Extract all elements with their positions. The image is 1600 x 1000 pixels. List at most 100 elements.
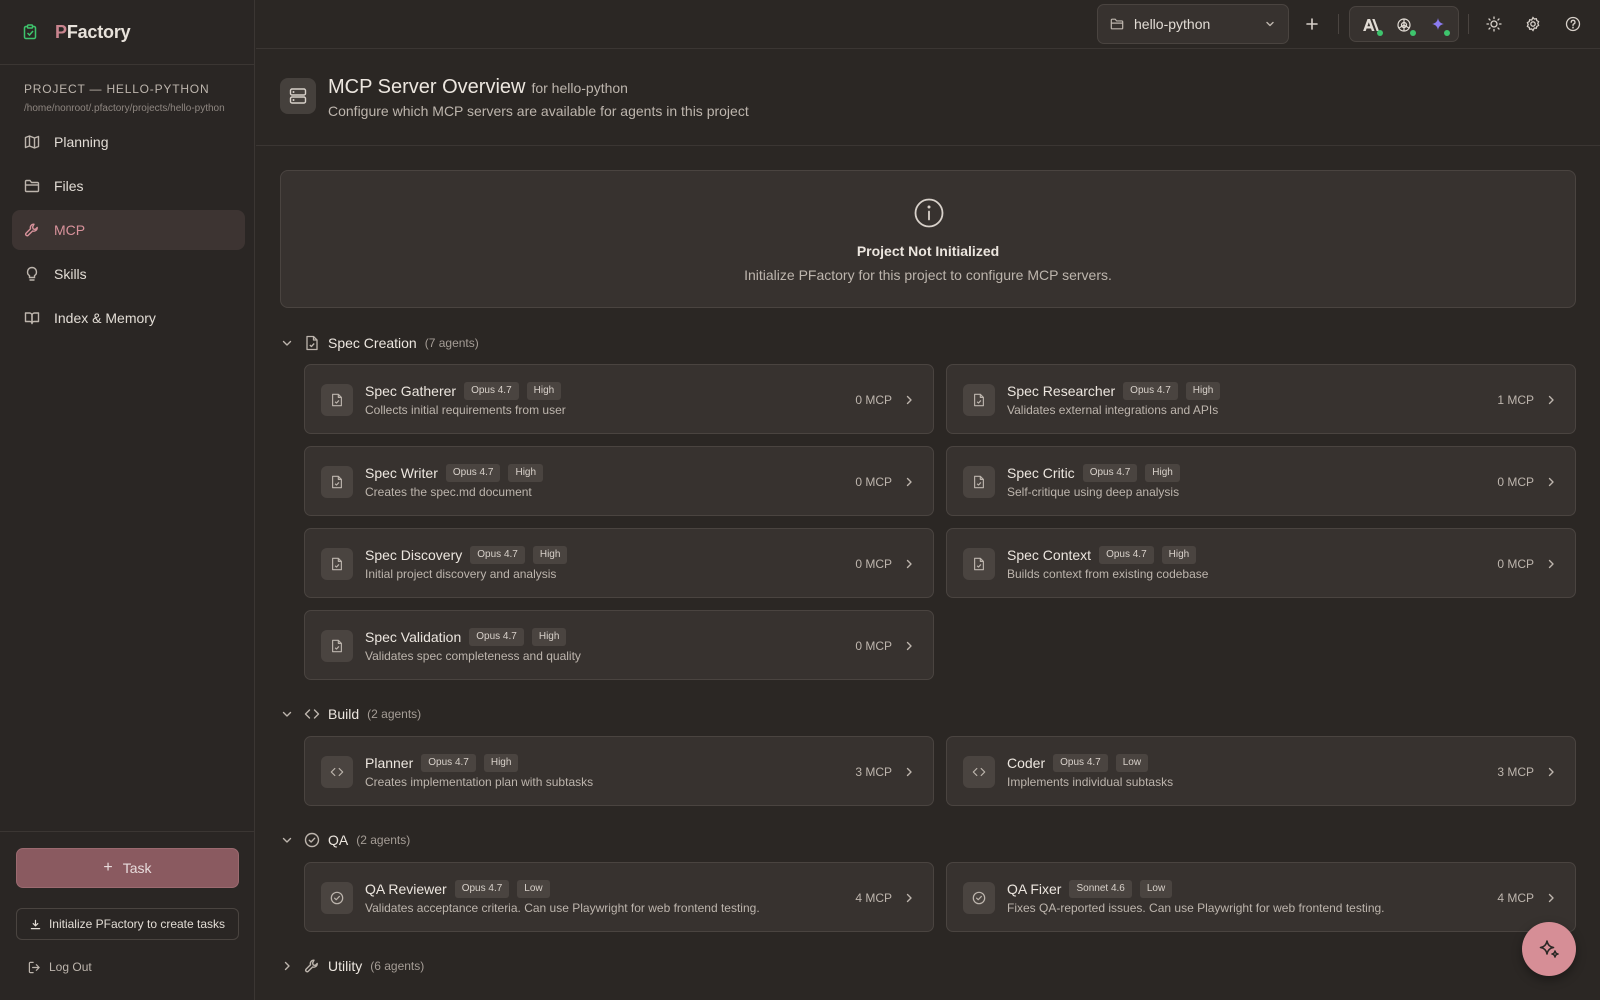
sidebar-item-mcp[interactable]: MCP — [12, 210, 245, 250]
code-icon — [963, 756, 995, 788]
project-path: /home/nonroot/.pfactory/projects/hello-p… — [24, 103, 225, 114]
model-badge: Opus 4.7 — [421, 754, 476, 772]
top-bar: hello-python — [256, 0, 1600, 49]
model-badge: Opus 4.7 — [1053, 754, 1108, 772]
agent-name: Spec Critic — [1007, 465, 1075, 481]
agent-name: Spec Gatherer — [365, 383, 457, 399]
level-badge: High — [1185, 382, 1221, 400]
chevron-right-icon — [1544, 475, 1558, 489]
chevron-right-icon — [902, 639, 916, 653]
sidebar-item-label: Planning — [54, 134, 109, 150]
agent-description: Self-critique using deep analysis — [1007, 485, 1180, 499]
mcp-count: 1 MCP — [1497, 393, 1534, 407]
level-badge: Low — [1139, 880, 1173, 898]
mcp-count: 0 MCP — [855, 475, 892, 489]
agent-card-spec-context[interactable]: Spec Context Opus 4.7 High Builds context … — [946, 528, 1576, 598]
circle-check-icon — [963, 882, 995, 914]
page-title-project: for hello-python — [531, 80, 628, 96]
page-subtitle: Configure which MCP servers are availabl… — [328, 103, 749, 119]
agent-description: Builds context from existing codebase — [1007, 567, 1209, 581]
sidebar-item-index-memory[interactable]: Index & Memory — [12, 298, 245, 338]
settings-button[interactable] — [1521, 12, 1545, 36]
agent-card-coder[interactable]: Coder Opus 4.7 Low Implements individual s… — [946, 736, 1576, 806]
mcp-count: 0 MCP — [855, 557, 892, 571]
agent-card-spec-writer[interactable]: Spec Writer Opus 4.7 High Creates the spec… — [304, 446, 934, 516]
level-badge: High — [1161, 546, 1197, 564]
level-badge: High — [531, 628, 567, 646]
folder-icon — [1110, 17, 1124, 31]
agent-description: Creates the spec.md document — [365, 485, 532, 499]
initialize-button[interactable]: Initialize PFactory to create tasks — [16, 908, 239, 940]
wrench-icon — [24, 222, 40, 238]
mcp-count: 3 MCP — [855, 765, 892, 779]
sidebar-item-files[interactable]: Files — [12, 166, 245, 206]
new-task-button[interactable]: + Task — [16, 848, 239, 888]
sidebar-item-label: Files — [54, 178, 84, 194]
section-name: Build — [328, 706, 360, 722]
section-header-build[interactable]: Build (2 agents) — [280, 704, 421, 724]
section-header-spec-creation[interactable]: Spec Creation (7 agents) — [280, 333, 479, 353]
help-button[interactable] — [1561, 12, 1585, 36]
ai-assistant-button[interactable] — [1522, 922, 1576, 976]
toolbar-divider — [1338, 14, 1339, 34]
project-select[interactable]: hello-python — [1097, 4, 1289, 44]
sidebar-nav: Planning Files MCP Skills Index & Memory — [12, 122, 245, 342]
agent-card-qa-fixer[interactable]: QA Fixer Sonnet 4.6 Low Fixes QA-reported … — [946, 862, 1576, 932]
agent-name: QA Reviewer — [365, 881, 447, 897]
agent-card-spec-validation[interactable]: Spec Validation Opus 4.7 High Validates sp… — [304, 610, 934, 680]
logout-button[interactable]: Log Out — [28, 960, 92, 974]
sidebar-item-skills[interactable]: Skills — [12, 254, 245, 294]
openai-provider-button[interactable] — [1394, 15, 1416, 36]
chevron-down-icon — [280, 336, 294, 350]
model-badge: Opus 4.7 — [1123, 382, 1178, 400]
app-logo[interactable]: PFactory — [55, 22, 131, 43]
sidebar-item-planning[interactable]: Planning — [12, 122, 245, 162]
chevron-right-icon — [902, 765, 916, 779]
section-count: (6 agents) — [370, 959, 425, 973]
initialize-label: Initialize PFactory to create tasks — [48, 917, 226, 931]
file-check-icon — [321, 466, 353, 498]
agent-name: Spec Researcher — [1007, 383, 1116, 399]
mcp-count: 3 MCP — [1497, 765, 1534, 779]
logout-icon — [28, 961, 40, 973]
agent-provider-group — [1349, 6, 1459, 42]
sun-icon — [1486, 16, 1502, 32]
mcp-count: 4 MCP — [855, 891, 892, 905]
agent-description: Creates implementation plan with subtask… — [365, 775, 594, 789]
section-header-utility[interactable]: Utility (6 agents) — [280, 956, 424, 976]
help-icon — [1565, 16, 1581, 32]
model-badge: Opus 4.7 — [469, 628, 524, 646]
sidebar-item-label: MCP — [54, 222, 86, 238]
agent-card-spec-discovery[interactable]: Spec Discovery Opus 4.7 High Initial proje… — [304, 528, 934, 598]
theme-toggle-button[interactable] — [1482, 12, 1506, 36]
section-count: (7 agents) — [424, 336, 479, 350]
mcp-count: 0 MCP — [1497, 557, 1534, 571]
sidebar-divider — [0, 831, 255, 832]
wrench-icon — [304, 958, 320, 974]
section-name: Spec Creation — [328, 335, 417, 351]
agent-card-spec-critic[interactable]: Spec Critic Opus 4.7 High Self-critique us… — [946, 446, 1576, 516]
level-badge: Low — [1115, 754, 1149, 772]
sidebar-item-label: Index & Memory — [54, 310, 156, 326]
plus-icon — [1306, 18, 1318, 30]
chevron-right-icon — [902, 393, 916, 407]
status-dot — [1444, 30, 1450, 36]
agent-card-planner[interactable]: Planner Opus 4.7 High Creates implementati… — [304, 736, 934, 806]
agent-description: Fixes QA-reported issues. Can use Playwr… — [1007, 901, 1385, 915]
file-check-icon — [321, 384, 353, 416]
new-task-label: Task — [122, 860, 152, 876]
agent-card-spec-researcher[interactable]: Spec Researcher Opus 4.7 High Validates ex… — [946, 364, 1576, 434]
agent-card-spec-gatherer[interactable]: Spec Gatherer Opus 4.7 High Collects initi… — [304, 364, 934, 434]
agent-card-qa-reviewer[interactable]: QA Reviewer Opus 4.7 Low Validates accepta… — [304, 862, 934, 932]
page-title: MCP Server Overview for hello-python — [328, 76, 628, 98]
add-project-button[interactable] — [1300, 12, 1324, 36]
agent-name: Spec Writer — [365, 465, 438, 481]
logo-row: PFactory — [0, 0, 254, 65]
section-header-qa[interactable]: QA (2 agents) — [280, 830, 410, 850]
anthropic-provider-button[interactable] — [1361, 15, 1383, 36]
section-count: (2 agents) — [356, 833, 411, 847]
gemini-provider-button[interactable] — [1428, 15, 1450, 36]
model-badge: Opus 4.7 — [1082, 464, 1138, 482]
mcp-count: 0 MCP — [1497, 475, 1534, 489]
section-name: Utility — [328, 958, 363, 974]
